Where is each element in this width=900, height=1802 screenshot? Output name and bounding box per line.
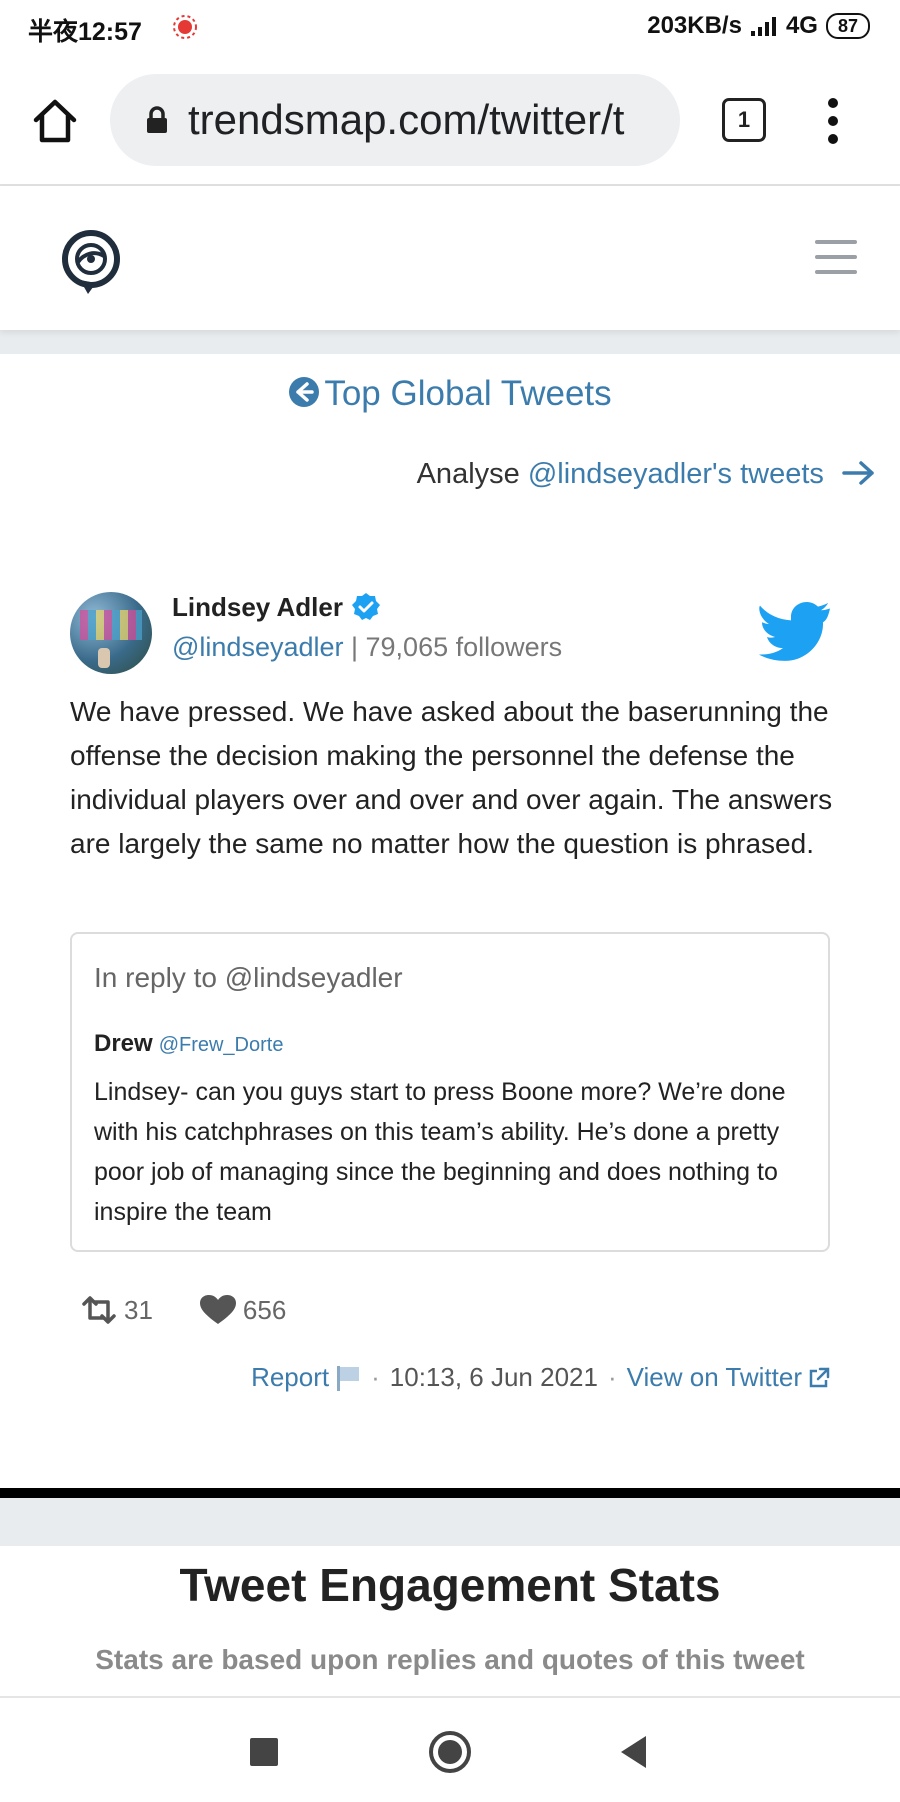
flag-icon[interactable] xyxy=(335,1365,361,1391)
home-icon[interactable] xyxy=(30,96,80,146)
separator-dot: · xyxy=(371,1362,380,1392)
url-text[interactable]: trendsmap.com/twitter/t xyxy=(188,96,668,144)
verified-badge-icon xyxy=(351,593,380,620)
author-name-text: Lindsey Adler xyxy=(172,592,343,622)
twitter-bird-icon[interactable] xyxy=(758,602,830,662)
lock-icon xyxy=(147,106,167,133)
engagement-title: Tweet Engagement Stats xyxy=(179,1559,721,1611)
author-handle-line: @lindseyadler | 79,065 followers xyxy=(172,632,562,663)
back-arrow-circle-icon xyxy=(289,377,320,407)
separator-dot: · xyxy=(607,1362,617,1392)
network-type: 4G xyxy=(785,12,818,39)
report-link[interactable]: Report xyxy=(251,1362,329,1393)
author-handle[interactable]: @lindseyadler xyxy=(172,632,344,662)
tweet-meta: Report · 10:13, 6 Jun 2021 · View on Twi… xyxy=(251,1362,830,1393)
arrow-right-icon xyxy=(842,461,874,485)
heart-icon xyxy=(199,1295,236,1324)
reply-text: Lindsey- can you guys start to press Boo… xyxy=(94,1078,786,1226)
external-link-icon[interactable] xyxy=(808,1367,830,1389)
tweet-stats: 31 656 xyxy=(78,1294,286,1326)
tweet-timestamp: 10:13, 6 Jun 2021 xyxy=(389,1362,598,1392)
address-bar[interactable]: trendsmap.com/twitter/t xyxy=(110,74,680,166)
recent-apps-icon[interactable] xyxy=(250,1738,278,1766)
network-speed: 203KB/s xyxy=(647,12,742,39)
view-on-twitter-link[interactable]: View on Twitter xyxy=(627,1362,802,1393)
battery-indicator: 87 xyxy=(825,13,870,39)
in-reply-to-box[interactable]: In reply to @lindseyadler Drew @Frew_Dort… xyxy=(70,932,830,1252)
reply-author-handle[interactable]: @Frew_Dorte xyxy=(159,1034,284,1056)
tab-switcher-button[interactable]: 1 xyxy=(722,98,766,142)
like-count: 656 xyxy=(242,1294,287,1325)
retweet-count: 31 xyxy=(124,1294,153,1325)
system-navigation-bar xyxy=(0,1696,900,1802)
tab-count: 1 xyxy=(737,107,751,132)
reply-author: Drew @Frew_Dorte xyxy=(94,1030,283,1058)
retweet-icon xyxy=(82,1296,116,1324)
overflow-menu-icon[interactable] xyxy=(826,96,840,146)
home-circle-icon[interactable] xyxy=(428,1730,472,1774)
back-triangle-icon[interactable] xyxy=(618,1734,650,1770)
status-time: 半夜12:57 xyxy=(28,18,142,46)
engagement-subtitle: Stats are based upon replies and quotes … xyxy=(95,1644,805,1675)
recording-icon xyxy=(173,15,197,39)
engagement-section: Tweet Engagement Stats Stats are based u… xyxy=(0,1546,900,1696)
top-global-tweets-link[interactable]: Top Global Tweets xyxy=(0,374,900,414)
author-name[interactable]: Lindsey Adler xyxy=(172,592,381,623)
signal-icon xyxy=(750,17,776,36)
hamburger-menu-icon[interactable] xyxy=(815,240,857,274)
status-right: 203KB/s 4G 87 xyxy=(647,12,870,40)
in-reply-to-label: In reply to @lindseyadler xyxy=(94,962,403,993)
top-global-tweets-label: Top Global Tweets xyxy=(324,374,612,413)
section-gap xyxy=(0,1498,900,1546)
reply-author-name: Drew xyxy=(94,1030,153,1057)
analyse-link[interactable]: Analyse @lindseyadler's tweets xyxy=(417,458,876,491)
analyse-prefix: Analyse xyxy=(416,458,528,490)
browser-toolbar: trendsmap.com/twitter/t 1 xyxy=(0,56,900,186)
follower-count: | 79,065 followers xyxy=(343,632,563,662)
tweet-card: Top Global Tweets Analyse @lindseyadler'… xyxy=(0,354,900,1488)
section-divider xyxy=(0,1488,900,1498)
status-bar: 半夜12:57 203KB/s 4G 87 xyxy=(0,0,900,56)
analyse-handle-link[interactable]: @lindseyadler's tweets xyxy=(528,458,824,490)
trendsmap-logo-icon[interactable] xyxy=(58,226,124,298)
author-avatar[interactable] xyxy=(70,592,152,674)
site-header xyxy=(0,186,900,330)
tweet-text: We have pressed. We have asked about the… xyxy=(70,696,833,859)
